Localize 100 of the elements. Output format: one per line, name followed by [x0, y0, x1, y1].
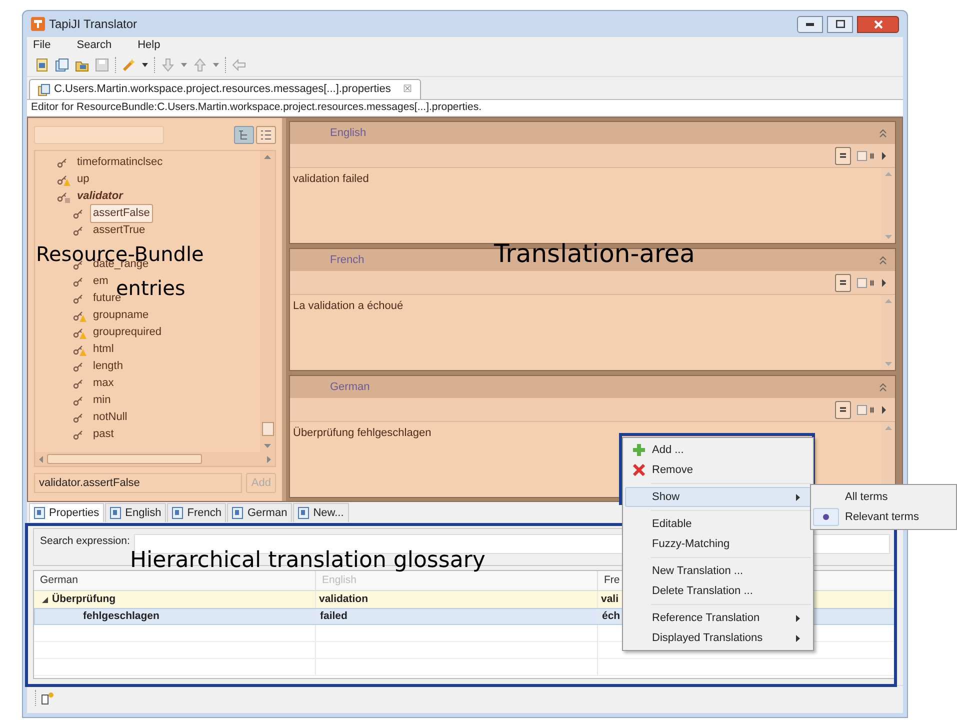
scroll-up-icon[interactable]	[264, 155, 271, 159]
hash-icon	[869, 152, 875, 160]
minimize-button[interactable]	[797, 16, 823, 32]
down-arrow-icon[interactable]	[161, 58, 175, 72]
close-icon[interactable]: ☒	[402, 82, 412, 97]
tree-item[interactable]: em	[90, 272, 112, 291]
equals-icon	[839, 406, 847, 413]
tree-item[interactable]: groupname	[90, 306, 152, 325]
filter-field[interactable]	[34, 126, 164, 144]
scroll-down-icon[interactable]	[264, 444, 271, 448]
menu-item[interactable]: Search	[74, 36, 114, 54]
bottom-tab[interactable]: Properties	[29, 503, 104, 522]
tree-view-toggle[interactable]	[234, 126, 254, 144]
align-button[interactable]	[835, 146, 851, 164]
scroll-up-icon[interactable]	[884, 299, 892, 303]
menu-item[interactable]: Add ...	[625, 440, 811, 460]
submenu-arrow-icon	[796, 634, 800, 642]
table-cell: failed	[320, 609, 348, 624]
list-view-toggle[interactable]	[256, 126, 276, 144]
menu-item[interactable]: Reference Translation	[625, 608, 811, 628]
menu-item[interactable]: Editable	[625, 514, 811, 534]
translation-textarea[interactable]: validation failed	[290, 168, 895, 243]
menu-item[interactable]: Relevant terms	[813, 507, 954, 527]
bottom-tab[interactable]: New...	[293, 503, 349, 522]
submenu-arrow-icon	[796, 494, 800, 500]
tree-item[interactable]: validator	[74, 187, 126, 206]
tree-item[interactable]: up	[74, 170, 92, 189]
bottom-tab[interactable]: English	[105, 503, 166, 522]
key-warning-icon	[73, 308, 87, 322]
checkbox[interactable]	[857, 150, 867, 160]
tree-item[interactable]: timeformatinclsec	[74, 153, 166, 172]
translation-text: Überprüfung fehlgeschlagen	[293, 426, 432, 441]
close-button[interactable]	[857, 16, 899, 32]
scroll-right-icon[interactable]	[267, 456, 271, 462]
collapse-icon[interactable]	[879, 382, 887, 392]
tree-item[interactable]: notNull	[90, 408, 130, 427]
column-header[interactable]: German	[34, 571, 316, 590]
scroll-down-icon[interactable]	[884, 235, 892, 239]
menu-item[interactable]: Fuzzy-Matching	[625, 534, 811, 554]
editor-description: Editor for ResourceBundle:C.Users.Martin.workspace.project.resources.messages[...].properties.	[31, 100, 482, 116]
tree-item[interactable]: assertTrue	[90, 221, 148, 240]
expand-arrow-icon[interactable]	[881, 404, 887, 414]
file-icon	[172, 507, 184, 519]
dropdown-arrow-icon[interactable]	[142, 62, 148, 66]
file-icon	[298, 507, 310, 519]
table-cell-text: Überprüfung	[52, 592, 116, 607]
up-arrow-icon[interactable]	[193, 58, 207, 72]
language-label: French	[330, 252, 364, 268]
tree-item[interactable]: grouprequired	[90, 323, 164, 342]
menu-item[interactable]: File	[31, 36, 53, 54]
expand-icon[interactable]	[42, 596, 48, 602]
back-arrow-icon[interactable]	[232, 58, 246, 70]
scroll-down-icon[interactable]	[884, 362, 892, 366]
scroll-thumb[interactable]	[47, 454, 202, 464]
align-button[interactable]	[835, 274, 851, 292]
key-icon	[57, 190, 71, 204]
collapse-icon[interactable]	[879, 255, 887, 265]
language-label: English	[330, 126, 366, 141]
tree-item[interactable]: max	[90, 374, 117, 393]
menu-item[interactable]: Displayed Translations	[625, 628, 811, 648]
close-icon	[874, 20, 882, 28]
copy-file-icon[interactable]	[55, 58, 69, 72]
tree-item[interactable]: length	[90, 357, 126, 376]
view-icon[interactable]	[40, 690, 54, 704]
window-title: TapiJI Translator	[49, 16, 138, 33]
submenu-arrow-icon	[796, 614, 800, 622]
checkbox[interactable]	[857, 278, 867, 288]
horizontal-scrollbar[interactable]	[35, 452, 275, 466]
collapse-icon[interactable]	[879, 128, 887, 138]
align-button[interactable]	[835, 400, 851, 418]
annotation-label: Hierarchical translation glossary	[130, 551, 486, 571]
expand-arrow-icon[interactable]	[881, 278, 887, 288]
key-field[interactable]: validator.assertFalse	[34, 473, 242, 493]
tree-item[interactable]: min	[90, 391, 114, 410]
editor-tab[interactable]: C.Users.Martin.workspace.project.resources.messages[...].properties ☒	[29, 79, 421, 99]
scroll-up-icon[interactable]	[884, 426, 892, 430]
new-file-icon[interactable]	[35, 58, 49, 72]
tree-item[interactable]: html	[90, 340, 117, 359]
vertical-scrollbar[interactable]	[260, 151, 275, 452]
menu-item[interactable]: New Translation ...	[625, 561, 811, 581]
bottom-tab[interactable]: German	[227, 503, 292, 522]
save-icon[interactable]	[95, 58, 109, 72]
tree-item[interactable]: past	[90, 425, 117, 444]
checkbox[interactable]	[857, 404, 867, 414]
file-icon	[38, 84, 50, 96]
file-icon	[232, 507, 244, 519]
tree-item[interactable]: assertFalse	[90, 204, 153, 223]
wand-icon[interactable]	[122, 58, 136, 72]
bottom-tab[interactable]: French	[167, 503, 226, 522]
menu-item[interactable]: Remove	[625, 460, 811, 480]
tab-label: C.Users.Martin.workspace.project.resources.messages[...].properties	[54, 82, 391, 98]
scroll-up-icon[interactable]	[884, 172, 892, 176]
scroll-left-icon[interactable]	[39, 456, 43, 462]
tree-icon	[238, 129, 250, 141]
hash-icon	[869, 406, 875, 414]
scroll-thumb[interactable]	[262, 422, 274, 436]
expand-arrow-icon[interactable]	[881, 150, 887, 160]
maximize-button[interactable]	[827, 16, 853, 32]
menu-item[interactable]: Show	[625, 487, 811, 507]
menu-item[interactable]: Help	[136, 36, 162, 54]
